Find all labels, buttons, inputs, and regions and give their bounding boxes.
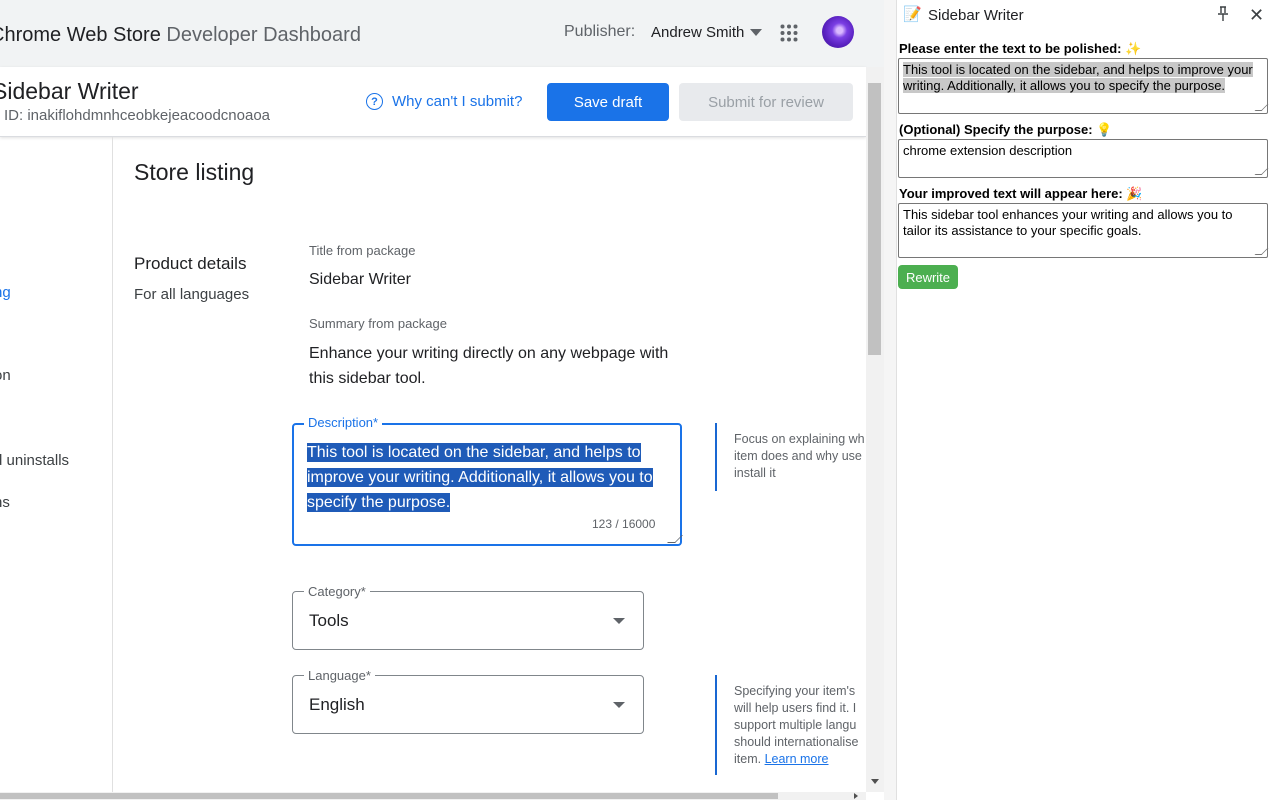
title-label: Title from package — [309, 243, 416, 258]
scrollbar-thumb[interactable] — [0, 793, 778, 799]
chevron-down-icon[interactable] — [750, 29, 762, 36]
help-line: should internationalise — [734, 735, 859, 749]
memo-icon: 📝 — [903, 6, 922, 23]
resize-handle-icon[interactable] — [1254, 248, 1269, 255]
scroll-right-arrow-icon[interactable] — [854, 793, 858, 799]
apps-grid-icon[interactable] — [780, 24, 798, 42]
help-line: Focus on explaining wh — [734, 432, 865, 446]
output-label: Your improved text will appear here: 🎉 — [899, 186, 1143, 201]
publisher-select[interactable]: Andrew Smith — [651, 24, 744, 41]
purpose-value: chrome extension description — [903, 143, 1073, 158]
title-value: Sidebar Writer — [309, 271, 411, 288]
side-panel: 📝 Sidebar Writer ✕ Please enter the text… — [884, 0, 1280, 800]
language-value: English — [309, 695, 365, 714]
help-line-with-link: item. Learn more — [734, 751, 874, 768]
selected-input-text: This tool is located on the sidebar, and… — [903, 62, 1253, 93]
help-line: install it — [734, 466, 776, 480]
description-char-count: 123 / 16000 — [592, 517, 656, 531]
summary-label: Summary from package — [309, 316, 447, 331]
why-cant-submit-link[interactable]: ? Why can't I submit? — [366, 93, 522, 110]
language-label: Language* — [304, 668, 375, 683]
summary-value: Enhance your writing directly on any web… — [309, 345, 669, 387]
product-details-subtitle: For all languages — [134, 286, 250, 303]
output-value: This sidebar tool enhances your writing … — [903, 207, 1233, 238]
improved-text-output[interactable]: This sidebar tool enhances your writing … — [898, 203, 1269, 258]
help-line: will help users find it. I — [734, 701, 857, 715]
help-circle-icon: ? — [366, 93, 383, 110]
left-nav: ng on d uninstalls ns — [0, 137, 113, 792]
resize-handle-icon[interactable] — [1254, 168, 1269, 175]
learn-more-link[interactable]: Learn more — [765, 752, 829, 766]
help-divider — [715, 423, 717, 491]
horizontal-scrollbar[interactable] — [0, 792, 866, 800]
description-selected-text: This tool is located on the sidebar, and… — [307, 443, 653, 512]
help-line: Specifying your item's — [734, 684, 856, 698]
save-draft-button[interactable]: Save draft — [547, 83, 669, 121]
language-help: Specifying your item's will help users f… — [734, 683, 874, 768]
description-text[interactable]: This tool is located on the sidebar, and… — [307, 440, 672, 515]
item-header: Sidebar Writer ID: inakiflohdmnhceobkeje… — [0, 67, 866, 137]
sidebar-writer-panel: 📝 Sidebar Writer ✕ Please enter the text… — [896, 0, 1280, 800]
avatar[interactable] — [822, 16, 854, 48]
nav-item-distribution[interactable]: on — [0, 367, 11, 384]
category-value: Tools — [309, 611, 349, 630]
nav-item-uninstalls[interactable]: d uninstalls — [0, 452, 69, 469]
submit-for-review-button[interactable]: Submit for review — [679, 83, 853, 121]
help-line: item does and why use — [734, 449, 862, 463]
category-label: Category* — [304, 584, 370, 599]
input-label: Please enter the text to be polished: ✨ — [899, 41, 1142, 56]
rewrite-button[interactable]: Rewrite — [898, 265, 958, 289]
nav-item-settings[interactable]: ns — [0, 494, 10, 511]
brand-main: Chrome Web Store — [0, 24, 161, 46]
pin-icon[interactable] — [1215, 5, 1231, 23]
brand-title[interactable]: Chrome Web Store Developer Dashboard — [0, 24, 361, 47]
panel-header: 📝 Sidebar Writer ✕ — [897, 0, 1280, 32]
description-label: Description* — [304, 415, 383, 430]
help-line: item. — [734, 752, 765, 766]
text-to-polish-input[interactable]: This tool is located on the sidebar, and… — [898, 58, 1269, 114]
purpose-input[interactable]: chrome extension description — [898, 139, 1269, 178]
chevron-down-icon[interactable] — [613, 702, 625, 708]
help-divider — [715, 675, 717, 775]
why-cant-submit-label: Why can't I submit? — [392, 93, 523, 110]
page-title: Store listing — [134, 159, 255, 185]
dashboard-main: Chrome Web Store Developer Dashboard Pub… — [0, 0, 884, 800]
item-name: Sidebar Writer — [0, 78, 139, 104]
scroll-down-arrow-icon[interactable] — [871, 779, 879, 784]
vertical-scrollbar[interactable] — [866, 67, 884, 792]
description-help: Focus on explaining wh item does and why… — [734, 431, 874, 482]
resize-handle-icon[interactable] — [1254, 104, 1269, 111]
item-id: ID: inakiflohdmnhceobkejeacoodcnoaoa — [4, 107, 271, 124]
top-bar: Chrome Web Store Developer Dashboard Pub… — [0, 0, 884, 67]
chevron-down-icon[interactable] — [613, 618, 625, 624]
purpose-label: (Optional) Specify the purpose: 💡 — [899, 122, 1113, 137]
nav-item-store-listing[interactable]: ng — [0, 284, 11, 301]
brand-sub: Developer Dashboard — [166, 24, 361, 46]
scrollbar-thumb[interactable] — [868, 83, 881, 355]
panel-title: Sidebar Writer — [928, 7, 1024, 24]
close-icon[interactable]: ✕ — [1249, 5, 1264, 26]
product-details-title: Product details — [134, 254, 247, 273]
publisher-label: Publisher: — [564, 23, 636, 40]
help-line: support multiple langu — [734, 718, 857, 732]
